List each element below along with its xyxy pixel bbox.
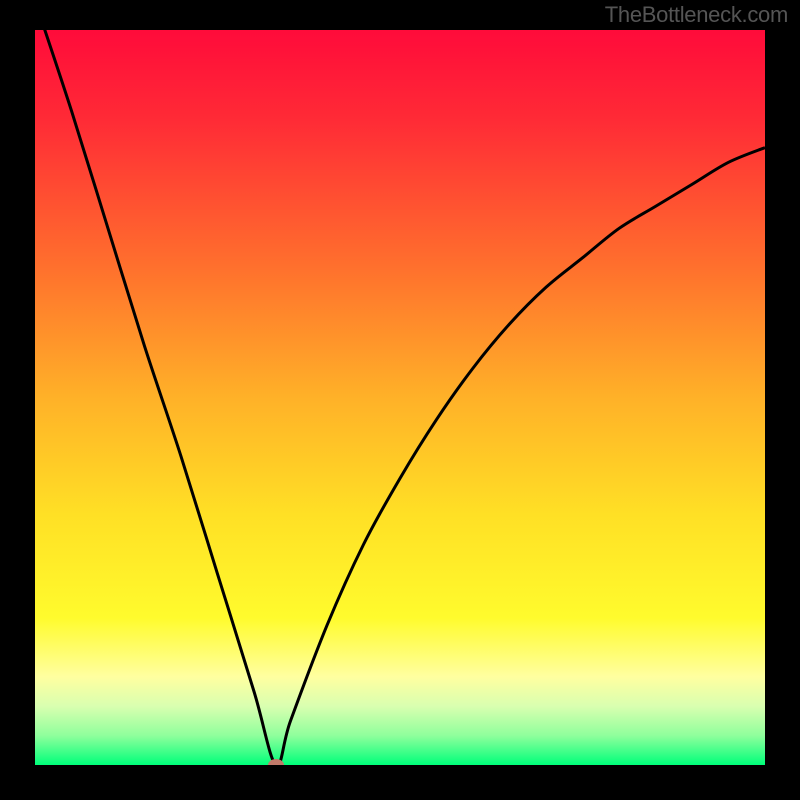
plot-area	[35, 30, 765, 765]
bottleneck-curve	[35, 30, 765, 765]
watermark-label: TheBottleneck.com	[605, 2, 788, 28]
chart-container: TheBottleneck.com	[0, 0, 800, 800]
optimal-point-marker	[268, 759, 284, 765]
